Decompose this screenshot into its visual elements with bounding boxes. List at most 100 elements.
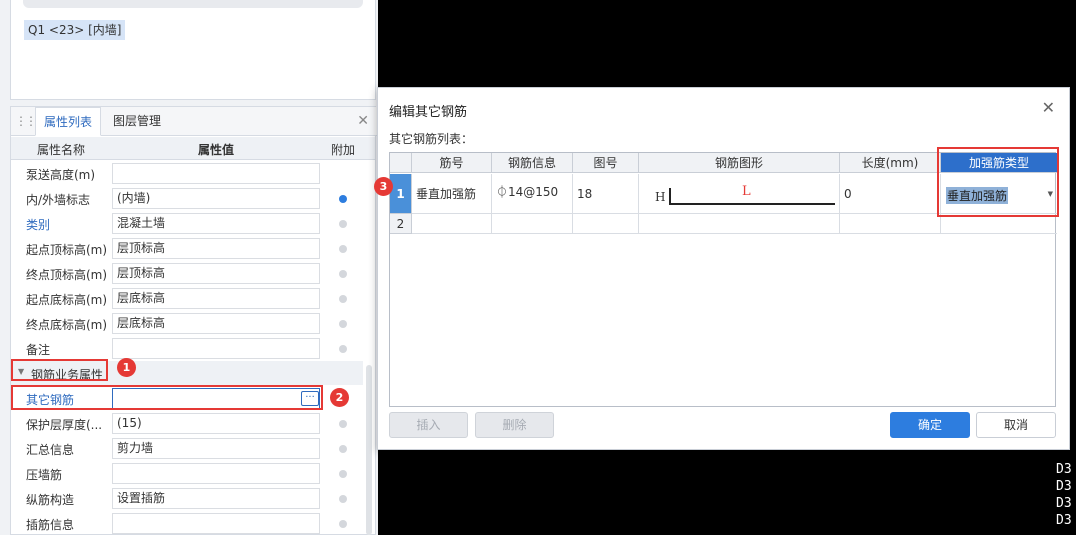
extra-checkbox-icon[interactable]: [339, 445, 347, 453]
drag-handle-icon[interactable]: ⋮⋮: [15, 114, 37, 128]
vertical-scrollbar[interactable]: [366, 365, 372, 535]
property-value-field[interactable]: [112, 513, 320, 534]
tab-property-list[interactable]: 属性列表: [35, 107, 102, 136]
ok-button[interactable]: 确定: [890, 412, 970, 438]
property-row: 纵筋构造 设置插筋: [11, 486, 363, 511]
extra-checkbox-icon[interactable]: [339, 295, 347, 303]
step-badge-2: 2: [330, 388, 349, 407]
cell-bar-no[interactable]: 垂直加强筋: [412, 174, 492, 214]
extra-checkbox-icon[interactable]: [339, 270, 347, 278]
extra-checkbox-icon[interactable]: [339, 495, 347, 503]
property-value-field[interactable]: 剪力墙: [112, 438, 320, 459]
property-row: 起点顶标高(m) 层顶标高: [11, 236, 363, 261]
property-row: 起点底标高(m) 层底标高: [11, 286, 363, 311]
cell-bar-info[interactable]: [492, 214, 573, 234]
property-value-field[interactable]: 层底标高: [112, 288, 320, 309]
property-label: 纵筋构造: [26, 493, 75, 507]
property-label: 备注: [26, 343, 51, 357]
edit-other-rebar-dialog: 编辑其它钢筋 ✕ 其它钢筋列表： 筋号 钢筋信息 图号 钢筋图形 长度(mm) …: [377, 87, 1070, 450]
cell-reinf-type[interactable]: [941, 214, 1057, 234]
property-row: 终点顶标高(m) 层顶标高: [11, 261, 363, 286]
property-label: 终点顶标高(m): [26, 268, 108, 282]
header-extra: 附加: [331, 143, 356, 157]
property-row: 压墙筋: [11, 461, 363, 486]
tab-layer-manage[interactable]: 图层管理: [105, 107, 169, 136]
cell-fig-no[interactable]: 18: [573, 174, 639, 214]
property-value-field[interactable]: [112, 463, 320, 484]
cell-fig-no[interactable]: [573, 214, 639, 234]
property-label: 终点底标高(m): [26, 318, 108, 332]
property-value-field[interactable]: (15): [112, 413, 320, 434]
close-icon[interactable]: ✕: [357, 113, 369, 129]
property-value-field[interactable]: 层顶标高: [112, 263, 320, 284]
extra-checkbox-icon[interactable]: [339, 345, 347, 353]
cad-label: D3: [1056, 462, 1072, 477]
extra-checkbox-icon[interactable]: [339, 245, 347, 253]
step-badge-3: 3: [374, 177, 393, 196]
header-bar-no: 筋号: [412, 153, 492, 173]
header-bar-shape: 钢筋图形: [639, 153, 840, 173]
shape-l-label: L: [742, 184, 751, 199]
property-row: 备注: [11, 336, 363, 361]
highlight-box-group: [11, 359, 108, 381]
selection-panel: Q1 <23> [内墙]: [10, 0, 376, 100]
property-row: 保护层厚度(... (15): [11, 411, 363, 436]
insert-button[interactable]: 插入: [389, 412, 468, 438]
property-value-field[interactable]: 层顶标高: [112, 238, 320, 259]
rebar-list-label: 其它钢筋列表：: [389, 132, 474, 146]
cell-bar-shape[interactable]: [639, 214, 840, 234]
cell-bar-info[interactable]: ⏀14@150: [492, 174, 573, 214]
header-length: 长度(mm): [840, 153, 941, 173]
property-value-field[interactable]: 混凝土墙: [112, 213, 320, 234]
extra-checkbox-icon[interactable]: [339, 320, 347, 328]
row-number[interactable]: 2: [390, 214, 412, 234]
property-label: 起点顶标高(m): [26, 243, 108, 257]
property-row: 类别 混凝土墙: [11, 211, 363, 236]
header-property-value: 属性值: [198, 143, 235, 157]
left-panel: Q1 <23> [内墙] ⋮⋮ 属性列表 图层管理 ✕ 属性名称 属性值 附加 …: [0, 0, 378, 535]
extra-checkbox-icon[interactable]: [339, 520, 347, 528]
property-value-field[interactable]: [112, 163, 320, 184]
header-corner: [390, 153, 412, 173]
property-label: 汇总信息: [26, 443, 75, 457]
header-fig-no: 图号: [573, 153, 639, 173]
cell-length[interactable]: [840, 214, 941, 234]
highlight-box-other-rebar: [11, 385, 323, 410]
cancel-button[interactable]: 取消: [976, 412, 1056, 438]
property-row: 终点底标高(m) 层底标高: [11, 311, 363, 336]
property-label: 压墙筋: [26, 468, 63, 482]
property-label: 内/外墙标志: [26, 193, 91, 207]
property-value-field[interactable]: [112, 338, 320, 359]
extra-checkbox-icon[interactable]: [339, 220, 347, 228]
property-table-header: 属性名称 属性值 附加: [11, 137, 375, 160]
highlight-box-reinf-type: [937, 147, 1059, 217]
extra-checkbox-icon[interactable]: [339, 195, 347, 203]
property-label: 类别: [26, 218, 51, 232]
selected-element-chip[interactable]: Q1 <23> [内墙]: [24, 20, 126, 40]
delete-button[interactable]: 删除: [475, 412, 554, 438]
cad-label: D3: [1056, 513, 1072, 528]
cad-label: D3: [1056, 496, 1072, 511]
cell-length[interactable]: 0: [840, 174, 941, 214]
cell-bar-no[interactable]: [412, 214, 492, 234]
extra-checkbox-icon[interactable]: [339, 420, 347, 428]
property-value-field[interactable]: (内墙): [112, 188, 320, 209]
extra-checkbox-icon[interactable]: [339, 470, 347, 478]
property-row: 内/外墙标志 (内墙): [11, 186, 363, 211]
property-label: 保护层厚度(...: [26, 418, 103, 432]
property-row: 泵送高度(m): [11, 161, 363, 186]
header-bar-info: 钢筋信息: [492, 153, 573, 173]
selection-panel-header: [23, 0, 363, 8]
cell-bar-shape[interactable]: H L: [639, 174, 840, 214]
dialog-title: 编辑其它钢筋: [389, 105, 468, 120]
property-label: 起点底标高(m): [26, 293, 108, 307]
shape-h-label: H: [655, 190, 666, 204]
property-value-field[interactable]: 设置插筋: [112, 488, 320, 509]
property-panel: ⋮⋮ 属性列表 图层管理 ✕ 属性名称 属性值 附加 泵送高度(m) 内/外墙标…: [10, 106, 377, 535]
row-number[interactable]: 1: [390, 174, 412, 214]
shape-horizontal-leg: [669, 203, 835, 205]
step-badge-1: 1: [117, 358, 136, 377]
property-label: 泵送高度(m): [26, 168, 96, 182]
property-value-field[interactable]: 层底标高: [112, 313, 320, 334]
close-icon[interactable]: ✕: [1042, 98, 1055, 117]
